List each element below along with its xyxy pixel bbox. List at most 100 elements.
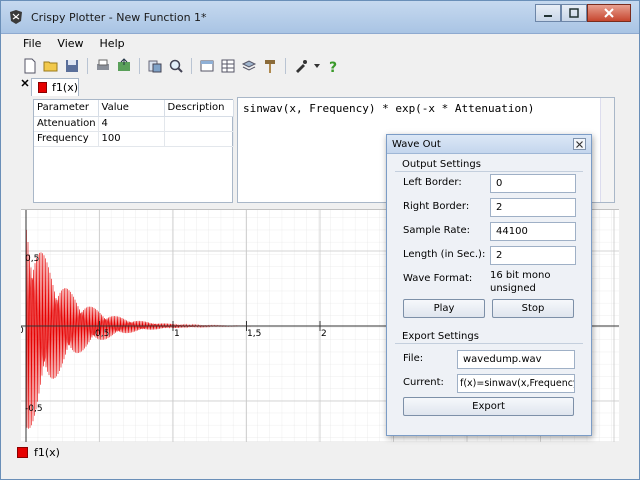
table-cell[interactable] xyxy=(164,131,234,147)
tab-label: f1(x) xyxy=(52,81,78,94)
table-cell[interactable]: Frequency xyxy=(34,131,99,147)
printer-icon xyxy=(97,59,109,70)
help-question-icon: ? xyxy=(329,60,337,74)
file-input[interactable]: wavedump.wav xyxy=(457,350,575,369)
status-function-label: f1(x) xyxy=(34,445,60,459)
open-button[interactable] xyxy=(42,57,60,75)
main-window: Crispy Plotter - New Function 1* File Vi… xyxy=(0,0,640,480)
help-button[interactable]: ? xyxy=(324,57,342,75)
toolbar-separator xyxy=(139,58,140,74)
x-tick-label: 1 xyxy=(174,329,180,339)
x-tick-label: 2 xyxy=(321,329,327,339)
maximize-button[interactable] xyxy=(561,4,587,22)
window-title: Crispy Plotter - New Function 1* xyxy=(31,11,207,24)
right-border-input[interactable]: 2 xyxy=(490,198,576,217)
dialog-title-bar: Wave Out xyxy=(387,135,591,154)
wave-out-dialog: Wave Out Output Settings Left Border: 0 … xyxy=(386,134,592,436)
svg-text:?: ? xyxy=(329,60,337,74)
copy-icon xyxy=(148,60,162,73)
minimize-icon xyxy=(544,15,552,17)
current-label: Current: xyxy=(403,377,444,388)
y-tick-label: 0,5 xyxy=(25,254,39,264)
open-folder-icon xyxy=(43,61,58,72)
table-cell[interactable]: 100 xyxy=(98,131,165,147)
status-bar: f1(x) xyxy=(13,442,627,462)
output-settings-label: Output Settings xyxy=(402,159,481,170)
group-divider xyxy=(395,171,583,172)
table-button[interactable] xyxy=(219,57,237,75)
menu-view[interactable]: View xyxy=(55,37,85,53)
status-color-swatch xyxy=(17,446,28,458)
toolbar-separator xyxy=(191,58,192,74)
column-header[interactable]: Value xyxy=(98,100,165,117)
wave-format-value: 16 bit mono unsigned xyxy=(490,270,551,294)
zoom-button[interactable] xyxy=(167,57,185,75)
layers-icon xyxy=(241,60,257,71)
table-cell[interactable]: 4 xyxy=(98,116,165,132)
sample-rate-input[interactable]: 44100 xyxy=(490,222,576,241)
menu-file[interactable]: File xyxy=(21,37,43,53)
hammer-icon xyxy=(265,60,275,73)
function-color-swatch xyxy=(38,82,48,93)
play-button[interactable]: Play xyxy=(403,299,485,318)
table-row[interactable]: Attenuation 4 xyxy=(34,116,234,132)
expression-text: sinwav(x, Frequency) * exp(-x * Attenuat… xyxy=(243,102,535,115)
table-header-row: Parameter Value Description xyxy=(34,100,234,117)
y-tick-label: -0,5 xyxy=(25,404,43,414)
export-button[interactable]: Export xyxy=(403,397,574,416)
origin-label: 0 xyxy=(21,326,24,336)
chevron-down-icon xyxy=(314,64,320,68)
table-row[interactable]: Frequency 100 xyxy=(34,131,234,147)
left-border-input[interactable]: 0 xyxy=(490,174,576,193)
menu-help[interactable]: Help xyxy=(98,37,127,53)
expression-scrollbar[interactable] xyxy=(600,98,614,202)
right-border-label: Right Border: xyxy=(403,201,470,212)
dialog-title: Wave Out xyxy=(392,139,441,150)
export-settings-label: Export Settings xyxy=(402,331,479,342)
table-cell[interactable] xyxy=(164,116,234,132)
close-icon xyxy=(21,79,29,87)
tools-button[interactable] xyxy=(261,57,279,75)
file-label: File: xyxy=(403,353,424,364)
export-icon xyxy=(118,58,130,71)
layers-button[interactable] xyxy=(240,57,258,75)
x-tick-label: 0,5 xyxy=(95,329,109,339)
color-button[interactable] xyxy=(292,57,310,75)
copy-button[interactable] xyxy=(146,57,164,75)
parameter-table: Parameter Value Description Attenuation … xyxy=(33,99,234,203)
sample-rate-label: Sample Rate: xyxy=(403,225,470,236)
new-button[interactable] xyxy=(21,57,39,75)
close-button[interactable] xyxy=(587,4,631,22)
title-bar: Crispy Plotter - New Function 1* xyxy=(1,1,639,34)
stop-button[interactable]: Stop xyxy=(492,299,574,318)
close-icon xyxy=(604,8,614,18)
menu-bar: File View Help xyxy=(21,37,127,53)
toolbar-separator xyxy=(87,58,88,74)
length-input[interactable]: 2 xyxy=(490,246,576,265)
brush-icon xyxy=(296,60,307,73)
column-header[interactable]: Description xyxy=(164,100,234,117)
wave-format-label: Wave Format: xyxy=(403,273,473,284)
print-button[interactable] xyxy=(94,57,112,75)
tab-function-f1[interactable]: f1(x) xyxy=(31,78,79,96)
column-header[interactable]: Parameter xyxy=(34,100,99,117)
dialog-close-button[interactable] xyxy=(573,138,586,150)
export-image-button[interactable] xyxy=(115,57,133,75)
panel-close-button[interactable] xyxy=(21,77,29,90)
new-document-icon xyxy=(24,58,36,74)
toolbar: ? xyxy=(21,56,342,76)
length-label: Length (in Sec.): xyxy=(403,249,486,260)
group-divider xyxy=(395,343,583,344)
minimize-button[interactable] xyxy=(535,4,561,22)
toolbar-separator xyxy=(285,58,286,74)
save-button[interactable] xyxy=(63,57,81,75)
left-border-label: Left Border: xyxy=(403,177,462,188)
table-cell[interactable]: Attenuation xyxy=(34,116,99,132)
color-dropdown[interactable] xyxy=(313,57,321,75)
x-tick-label: 1,5 xyxy=(247,329,261,339)
view-button[interactable] xyxy=(198,57,216,75)
window-view-icon xyxy=(200,60,214,72)
magnifier-icon xyxy=(169,59,183,73)
table-icon xyxy=(221,59,235,73)
current-function-field[interactable]: f(x)=sinwav(x,Frequency)*e xyxy=(457,374,575,393)
